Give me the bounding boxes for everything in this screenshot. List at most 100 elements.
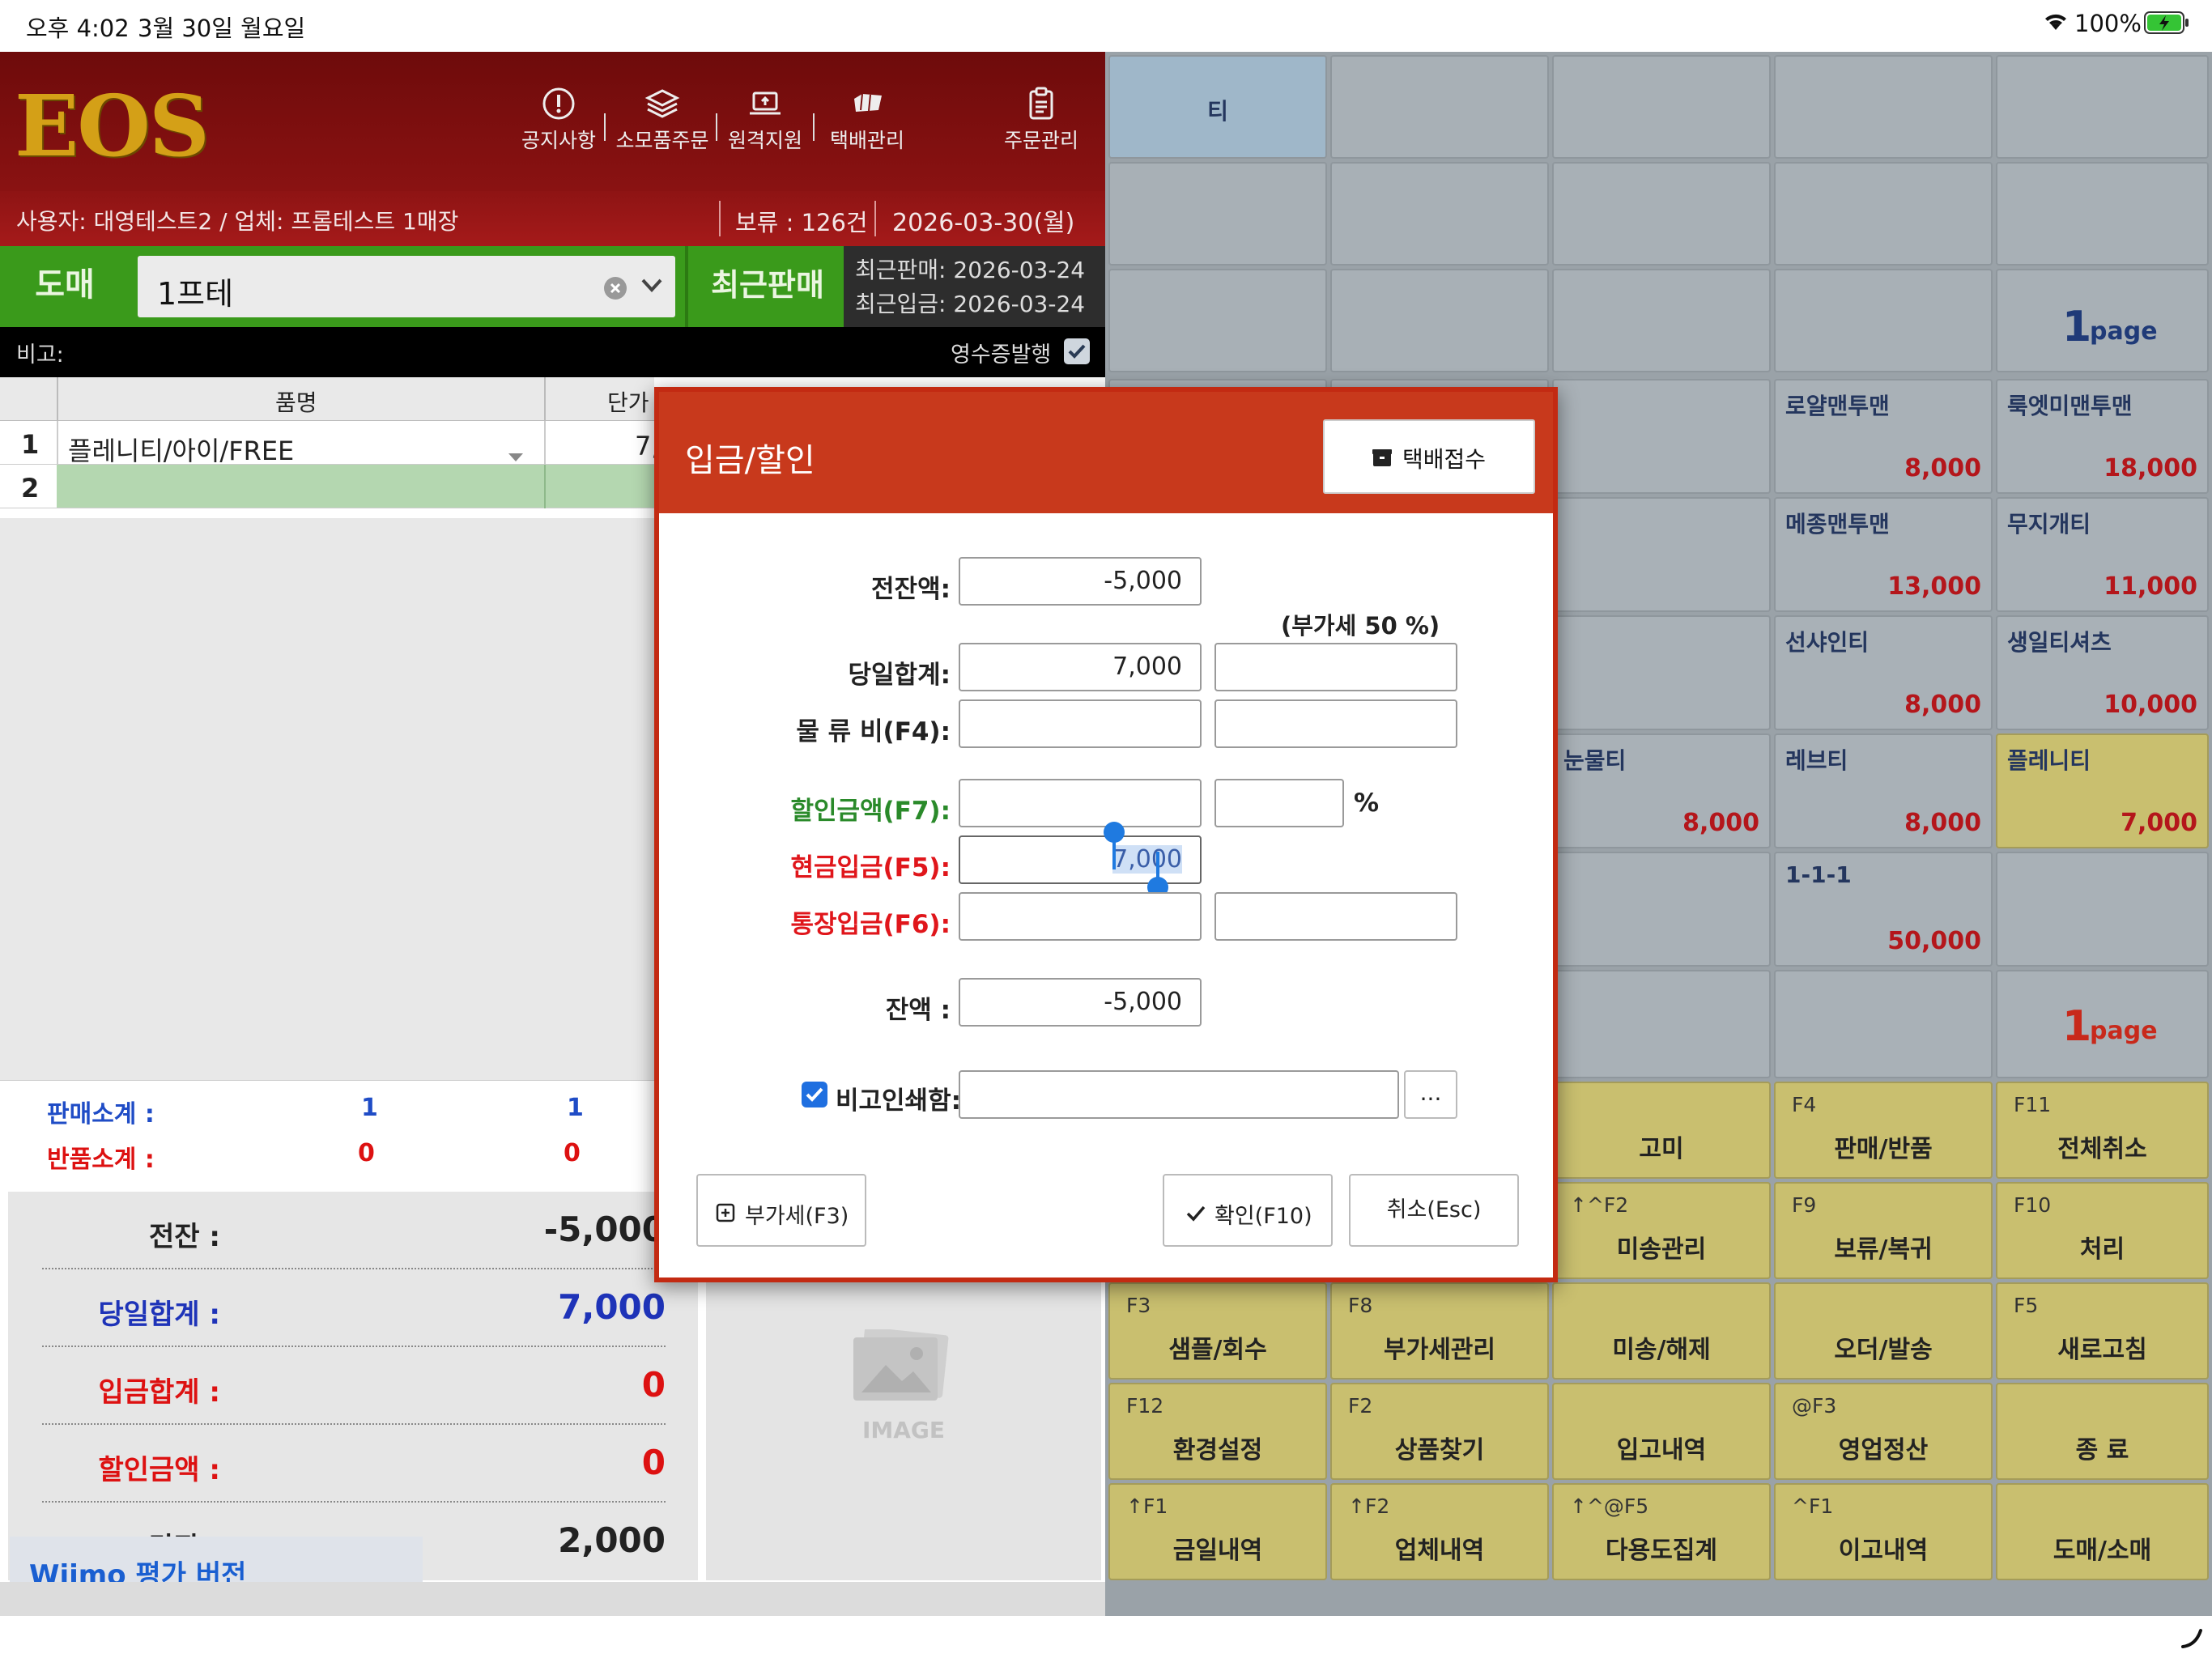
category-cell[interactable]: [1330, 162, 1549, 266]
parcel-receive-button[interactable]: 택배접수: [1323, 419, 1535, 494]
fkey-exit-button[interactable]: 종 료: [1996, 1383, 2209, 1480]
prev-balance-field[interactable]: -5,000: [959, 557, 1202, 606]
category-cell[interactable]: [1996, 55, 2209, 159]
category-cell[interactable]: [1774, 269, 1993, 372]
fkey-sale-return-button[interactable]: F4 판매/반품: [1774, 1082, 1993, 1179]
product-cell[interactable]: 무지개티 11,000: [1996, 497, 2209, 612]
nav-parcel-button[interactable]: 택배관리: [824, 86, 910, 154]
category-cell[interactable]: [1774, 162, 1993, 266]
category-cell[interactable]: [1330, 269, 1549, 372]
fkey-hold-restore-button[interactable]: F9 보류/복귀: [1774, 1182, 1993, 1279]
confirm-button[interactable]: 확인(F10): [1163, 1174, 1333, 1247]
fkey-shortcut: F5: [2014, 1294, 2039, 1317]
table-row[interactable]: 1 플레니티/아이/FREE 7,: [0, 421, 660, 468]
product-cell[interactable]: 로얄맨투맨 8,000: [1774, 379, 1993, 494]
discount-percent-field[interactable]: [1214, 779, 1344, 827]
category-cell[interactable]: [1996, 162, 2209, 266]
nav-supplies-order-button[interactable]: 소모품주문: [612, 86, 713, 154]
category-cell[interactable]: [1108, 162, 1327, 266]
product-cell[interactable]: [1774, 970, 1993, 1078]
product-cell[interactable]: 눈물티 8,000: [1552, 733, 1771, 848]
product-cell[interactable]: 생일티셔츠 10,000: [1996, 615, 2209, 730]
nav-notice-button[interactable]: 공지사항: [518, 86, 599, 154]
category-cell[interactable]: [1774, 55, 1993, 159]
product-cell[interactable]: [1552, 615, 1771, 730]
fkey-gomi-button[interactable]: 고미: [1552, 1082, 1771, 1179]
fkey-cancel-all-button[interactable]: F11 전체취소: [1996, 1082, 2209, 1179]
fkey-pending-manage-button[interactable]: ↑^F2 미송관리: [1552, 1182, 1771, 1279]
category-cell[interactable]: [1552, 162, 1771, 266]
row-edit-cell[interactable]: [57, 465, 654, 508]
chevron-down-icon[interactable]: [640, 277, 664, 298]
fkey-label: 상품찾기: [1394, 1436, 1485, 1465]
product-cell[interactable]: 선샤인티 8,000: [1774, 615, 1993, 730]
customer-select[interactable]: 1프테: [138, 256, 675, 317]
bank-deposit-field[interactable]: [959, 892, 1202, 941]
product-cell[interactable]: [1996, 852, 2209, 967]
resize-handle-icon[interactable]: [2180, 1626, 2204, 1650]
fkey-label: 업체내역: [1394, 1537, 1485, 1565]
battery-percent: 100%: [2074, 10, 2142, 37]
clear-icon[interactable]: [602, 275, 628, 304]
fkey-refresh-button[interactable]: F5 새로고침: [1996, 1282, 2209, 1380]
fkey-sample-button[interactable]: F3 샘플/회수: [1108, 1282, 1327, 1380]
product-page-button[interactable]: 1 page: [1996, 970, 2209, 1078]
print-remark-checkbox[interactable]: [802, 1082, 827, 1107]
col-divider: [57, 377, 58, 421]
bank-deposit-extra-field[interactable]: [1214, 892, 1457, 941]
nav-label: 주문관리: [1003, 129, 1078, 152]
category-cell[interactable]: 티: [1108, 55, 1327, 159]
product-cell[interactable]: 레브티 8,000: [1774, 733, 1993, 848]
logistics-fee-field[interactable]: [959, 699, 1202, 748]
print-remark-field[interactable]: [959, 1070, 1399, 1119]
fkey-today-history-button[interactable]: ↑F1 금일내역: [1108, 1483, 1327, 1580]
logistics-vat-field[interactable]: [1214, 699, 1457, 748]
remark-more-button[interactable]: ...: [1404, 1070, 1457, 1119]
product-name: 레브티: [1785, 747, 1848, 774]
category-cell[interactable]: [1330, 55, 1549, 159]
table-row[interactable]: 2: [0, 465, 654, 508]
category-page-button[interactable]: 1 page: [1996, 269, 2209, 372]
vat-button[interactable]: 부가세(F3): [696, 1174, 866, 1247]
today-vat-field[interactable]: [1214, 643, 1457, 691]
col-price-header[interactable]: 단가: [607, 385, 649, 418]
fkey-multi-summary-button[interactable]: ↑^@F5 다용도집계: [1552, 1483, 1771, 1580]
product-cell[interactable]: 룩엣미맨투맨 18,000: [1996, 379, 2209, 494]
fkey-order-ship-button[interactable]: 오더/발송: [1774, 1282, 1993, 1380]
cancel-button[interactable]: 취소(Esc): [1349, 1174, 1519, 1247]
col-name-header[interactable]: 품명: [275, 385, 317, 418]
fkey-transfer-history-button[interactable]: ^F1 이고내역: [1774, 1483, 1993, 1580]
product-cell[interactable]: [1552, 852, 1771, 967]
category-cell[interactable]: [1552, 55, 1771, 159]
row-name[interactable]: 플레니티/아이/FREE: [68, 431, 294, 468]
text-selection-handles-icon[interactable]: [1103, 819, 1171, 900]
fkey-receiving-history-button[interactable]: 입고내역: [1552, 1383, 1771, 1480]
fkey-label: 판매/반품: [1834, 1135, 1933, 1163]
product-cell-selected[interactable]: 플레니티 7,000: [1996, 733, 2209, 848]
fkey-vendor-history-button[interactable]: ↑F2 업체내역: [1330, 1483, 1549, 1580]
left-footer: [0, 1582, 1105, 1616]
balance-field[interactable]: -5,000: [959, 978, 1202, 1027]
nav-order-management-button[interactable]: 주문관리: [1001, 86, 1082, 154]
fkey-settings-button[interactable]: F12 환경설정: [1108, 1383, 1327, 1480]
recent-sales-button[interactable]: 최근판매: [685, 246, 847, 327]
fkey-vat-manage-button[interactable]: F8 부가세관리: [1330, 1282, 1549, 1380]
fkey-wholesale-retail-button[interactable]: 도매/소매: [1996, 1483, 2209, 1580]
nav-remote-support-button[interactable]: 원격지원: [722, 86, 808, 154]
product-cell[interactable]: [1552, 497, 1771, 612]
fkey-settlement-button[interactable]: @F3 영업정산: [1774, 1383, 1993, 1480]
product-cell[interactable]: 1-1-1 50,000: [1774, 852, 1993, 967]
fkey-process-button[interactable]: F10 처리: [1996, 1182, 2209, 1279]
fkey-pending-release-button[interactable]: 미송/해제: [1552, 1282, 1771, 1380]
product-cell[interactable]: 메종맨투맨 13,000: [1774, 497, 1993, 612]
today-total-field[interactable]: 7,000: [959, 643, 1202, 691]
nav-label: 택배관리: [829, 129, 904, 152]
trade-type-button[interactable]: 도매: [0, 246, 130, 327]
receipt-checkbox[interactable]: [1064, 338, 1090, 364]
fkey-product-search-button[interactable]: F2 상품찾기: [1330, 1383, 1549, 1480]
fkey-label: 종 료: [2075, 1436, 2129, 1465]
product-cell[interactable]: [1552, 379, 1771, 494]
category-cell[interactable]: [1552, 269, 1771, 372]
category-cell[interactable]: [1108, 269, 1327, 372]
product-cell[interactable]: [1552, 970, 1771, 1078]
